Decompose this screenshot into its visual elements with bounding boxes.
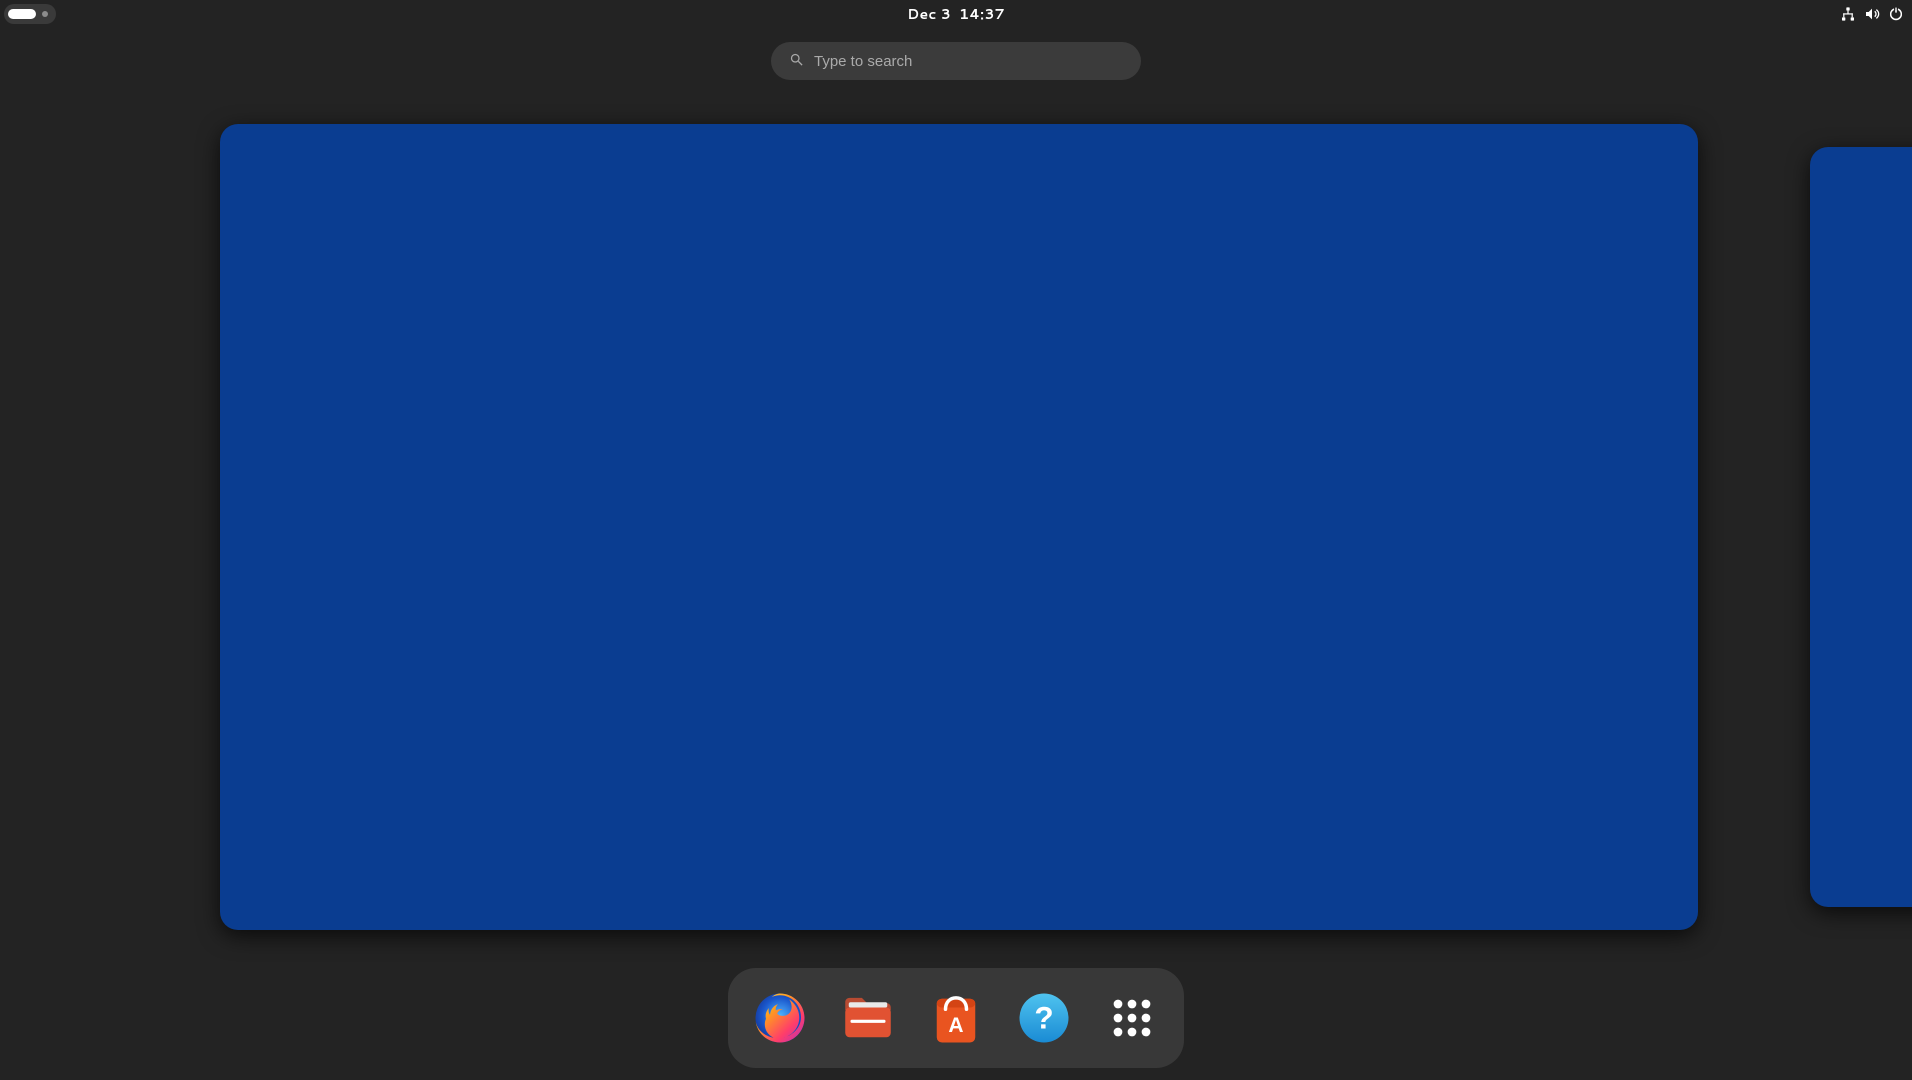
svg-text:A: A	[948, 1014, 963, 1037]
svg-text:?: ?	[1034, 1000, 1053, 1036]
dock-app-help[interactable]: ?	[1014, 988, 1074, 1048]
power-icon	[1888, 6, 1904, 22]
dock-app-files[interactable]	[838, 988, 898, 1048]
clock-date: Dec 3	[907, 4, 951, 24]
search-input[interactable]	[814, 53, 1123, 70]
workspace-thumbnail-1[interactable]	[220, 124, 1698, 930]
workspace-thumbnail-2[interactable]	[1810, 147, 1912, 907]
dock-app-software[interactable]: A	[926, 988, 986, 1048]
dash: A ?	[728, 968, 1184, 1068]
workspace-dot	[42, 11, 48, 17]
help-icon: ?	[1016, 990, 1072, 1046]
clock-time: 14:37	[959, 4, 1005, 24]
search-field[interactable]	[771, 42, 1141, 80]
search-container	[771, 42, 1141, 80]
dock-app-firefox[interactable]	[750, 988, 810, 1048]
apps-grid-icon	[1104, 990, 1160, 1046]
workspace-indicator[interactable]	[4, 4, 56, 24]
network-wired-icon	[1840, 6, 1856, 22]
dock-show-apps[interactable]	[1102, 988, 1162, 1048]
activities-overview	[0, 124, 1912, 930]
top-bar: Dec 3 14:37	[0, 0, 1912, 28]
workspace-pill-active	[8, 9, 36, 19]
status-area[interactable]	[1840, 0, 1904, 28]
shopping-bag-icon: A	[928, 990, 984, 1046]
firefox-icon	[752, 990, 808, 1046]
volume-icon	[1864, 6, 1880, 22]
files-icon	[840, 990, 896, 1046]
clock[interactable]: Dec 3 14:37	[907, 4, 1005, 24]
search-icon	[789, 50, 804, 73]
